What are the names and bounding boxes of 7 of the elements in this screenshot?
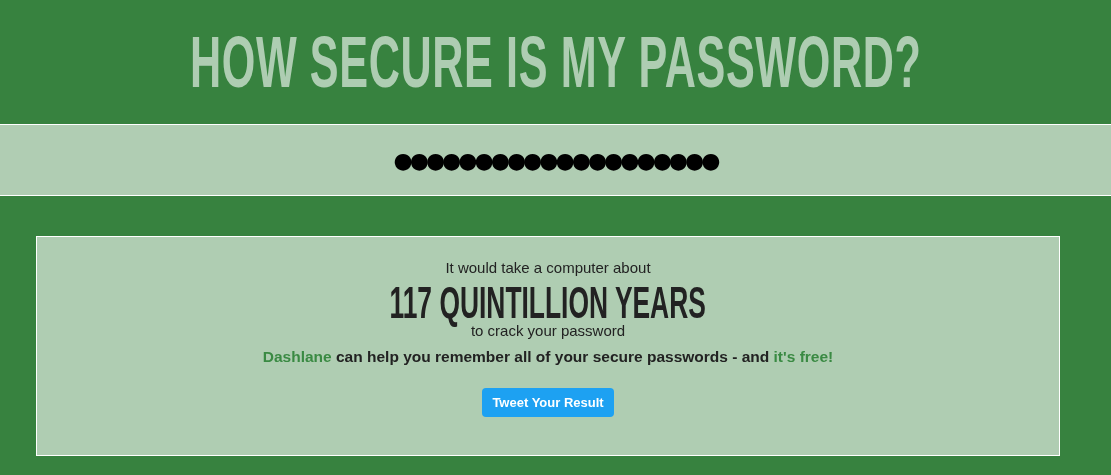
result-lead: It would take a computer about [445, 259, 651, 276]
page-title: HOW SECURE IS MY PASSWORD? [189, 21, 922, 103]
promo-sentence: Dashlane can help you remember all of your secure passwords - and it's free! [262, 348, 834, 366]
dashlane-link[interactable]: Dashlane [262, 348, 332, 365]
free-link[interactable]: it's free! [773, 348, 834, 365]
password-field[interactable]: ●●●●●●●●●●●●●●●●●●●● [341, 143, 770, 177]
tweet-button[interactable]: Tweet Your Result [482, 388, 614, 417]
